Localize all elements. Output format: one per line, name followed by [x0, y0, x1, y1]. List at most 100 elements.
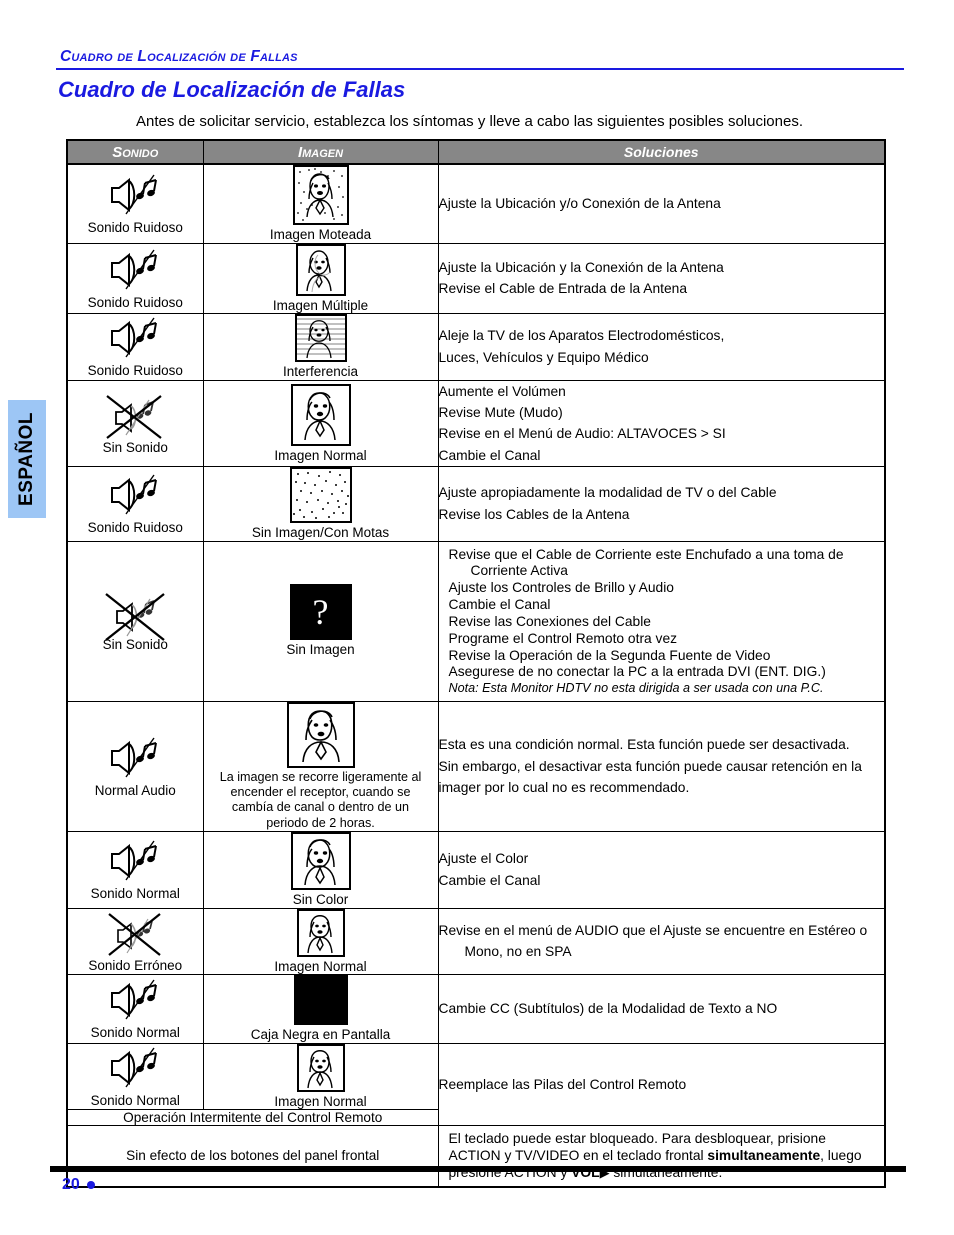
- solutions-cell: Ajuste la Ubicación y/o Conexión de la A…: [437, 163, 886, 244]
- picture-label: Caja Negra en Pantalla: [250, 1027, 391, 1043]
- bullet-icon: [86, 1181, 95, 1189]
- solutions-cell: Aumente el Volúmen Revise Mute (Mudo) Re…: [437, 379, 886, 468]
- language-side-tab: ESPAÑOL: [8, 400, 46, 518]
- column-header-sonido: Sonido: [66, 139, 204, 165]
- solution-line: Corriente Activa: [470, 563, 568, 579]
- solution-line: Revise que el Cable de Corriente este En…: [448, 546, 844, 562]
- language-side-tab-label: ESPAÑOL: [16, 412, 37, 506]
- solution-line: Asegurese de no conectar la PC a la entr…: [448, 664, 826, 680]
- picture-cell: Imagen Moteada: [202, 163, 439, 244]
- troubleshooting-table: Sonido Imagen Soluciones Sonido Ruidoso …: [66, 139, 886, 1188]
- picture-label: Imagen Normal: [274, 958, 367, 974]
- intro-text: Antes de solicitar servicio, establezca …: [136, 113, 804, 130]
- solution-line: Revise los Cables de la Antena: [438, 506, 630, 522]
- face-interference-icon: [294, 314, 347, 363]
- sound-cell: Sonido Normal: [66, 830, 204, 909]
- solution-line: Revise Mute (Mudo): [438, 404, 563, 420]
- sound-cell: Sin Sonido: [66, 379, 204, 468]
- sound-cell: Sonido Normal: [66, 974, 204, 1044]
- column-header-soluciones: Soluciones: [437, 139, 886, 165]
- solution-line: ACTION y TV/VIDEO en el teclado frontal …: [449, 1148, 877, 1165]
- sound-cell: Sonido Ruidoso: [66, 163, 204, 244]
- sound-label: Sonido Normal: [90, 885, 180, 901]
- solution-line: Luces, Vehículos y Equipo Médico: [438, 349, 649, 365]
- picture-label: Imagen Moteada: [269, 227, 372, 242]
- sound-cell: Normal Audio: [66, 700, 204, 832]
- solution-line: imager por lo cual no es recommendado.: [438, 779, 690, 795]
- picture-cell: La imagen se recorre ligeramente al ence…: [202, 700, 439, 832]
- sound-cell: Sonido Ruidoso: [66, 313, 204, 381]
- solutions-cell: Ajuste apropiadamente la modalidad de TV…: [437, 466, 886, 542]
- table-row: Sonido Ruidoso: [66, 163, 886, 244]
- picture-cell: Sin Imagen/Con Motas: [202, 466, 439, 542]
- picture-cell: Caja Negra en Pantalla: [202, 974, 439, 1044]
- picture-label: La imagen se recorre ligeramente al ence…: [219, 769, 422, 830]
- solution-line: Revise el Cable de Entrada de la Antena: [438, 281, 688, 297]
- picture-label: Sin Imagen/Con Motas: [251, 525, 390, 541]
- solutions-cell: Reemplace las Pilas del Control Remoto: [437, 1042, 886, 1127]
- page-title: Cuadro de Localización de Fallas: [58, 77, 406, 102]
- solution-line: Ajuste los Controles de Brillo y Audio: [448, 580, 674, 596]
- solutions-cell: Revise que el Cable de Corriente este En…: [437, 540, 886, 702]
- remote-intermittent-label: Operación Intermitente del Control Remot…: [66, 1109, 439, 1127]
- solution-line: Revise la Operación de la Segunda Fuente…: [448, 647, 771, 663]
- sound-cell: Sonido Ruidoso: [66, 242, 204, 315]
- speaker-muted-icon: [96, 589, 174, 642]
- solutions-cell: Esta es una condición normal. Esta funci…: [437, 700, 886, 832]
- solution-line: Sin embargo, el desactivar esta función …: [438, 758, 862, 774]
- face-normal-icon: [296, 1043, 345, 1092]
- table-row: Sonido Normal: [66, 1042, 886, 1127]
- solutions-cell: Aleje la TV de los Aparatos Electrodomés…: [437, 313, 886, 381]
- solutions-cell: Ajuste el Color Cambie el Canal: [437, 830, 886, 909]
- solution-note: Nota: Esta Monitor HDTV no esta dirigida…: [448, 681, 824, 696]
- picture-cell: Imagen Normal: [202, 1042, 439, 1111]
- solution-line: Aleje la TV de los Aparatos Electrodomés…: [438, 328, 725, 344]
- question-box-icon: ?: [289, 584, 352, 641]
- face-normal-icon: [296, 908, 345, 957]
- sound-label: Sonido Normal: [90, 1092, 180, 1108]
- column-header-imagen: Imagen: [202, 139, 439, 165]
- picture-cell: Imagen Múltiple: [202, 242, 439, 315]
- solution-line: Aumente el Volúmen: [438, 383, 566, 399]
- solution-line: Ajuste apropiadamente la modalidad de TV…: [438, 485, 777, 501]
- solution-line: El teclado puede estar bloqueado. Para d…: [448, 1131, 826, 1147]
- black-box-icon: [293, 975, 348, 1026]
- table-row: Sonido Normal: [66, 830, 886, 909]
- table-row: Sonido Ruidoso: [66, 466, 886, 542]
- solution-line: Reemplace las Pilas del Control Remoto: [438, 1076, 687, 1092]
- solution-line: Revise en el menú de AUDIO que el Ajuste…: [438, 922, 868, 938]
- solution-line-part: , luego: [820, 1147, 862, 1163]
- face-normal-icon: [286, 701, 355, 768]
- solution-line: Programe el Control Remoto otra vez: [448, 630, 678, 646]
- sound-label: Sonido Erróneo: [88, 957, 183, 973]
- solutions-cell: Ajuste la Ubicación y la Conexión de la …: [437, 242, 886, 315]
- solution-line: Ajuste el Color: [438, 851, 529, 867]
- front-panel-label: Sin efecto de los botones del panel fron…: [66, 1125, 439, 1188]
- sound-cell: Sonido Ruidoso: [66, 466, 204, 542]
- face-normal-icon: [290, 831, 351, 890]
- face-speckled-icon: [292, 165, 349, 225]
- table-row: Sonido Ruidoso: [66, 242, 886, 315]
- picture-cell: Sin Color: [202, 830, 439, 909]
- picture-label: Sin Imagen: [286, 642, 355, 658]
- picture-cell: ? Sin Imagen: [202, 540, 439, 702]
- speaker-noisy-icon: [96, 1045, 174, 1091]
- picture-cell: Imagen Normal: [202, 907, 439, 976]
- sound-label: Sonido Normal: [90, 1025, 180, 1041]
- table-row: Normal Audio La imagen se recorre ligera…: [66, 700, 886, 832]
- picture-cell: Imagen Normal: [202, 379, 439, 468]
- face-normal-icon: [290, 383, 351, 446]
- speaker-noisy-icon: [96, 472, 174, 518]
- sound-label: Sonido Ruidoso: [87, 520, 183, 536]
- solutions-cell: Cambie CC (Subtítulos) de la Modalidad d…: [437, 974, 886, 1044]
- solution-line: Ajuste la Ubicación y/o Conexión de la A…: [438, 196, 721, 212]
- running-head: Cuadro de Localización de Fallas: [60, 48, 298, 65]
- page-number-value: 20: [62, 1176, 80, 1193]
- table-row: Sin Sonido ? Sin Imagen Revise que el Ca…: [66, 540, 886, 702]
- solution-line-emphasis: simultaneamente: [707, 1147, 821, 1163]
- solution-line: Revise las Conexiones del Cable: [448, 613, 651, 629]
- speaker-noisy-icon: [96, 838, 174, 884]
- sound-cell: Sonido Erróneo: [66, 907, 204, 976]
- speaker-muted-icon: [96, 910, 174, 956]
- solution-line-part: ACTION y TV/VIDEO en el teclado frontal: [448, 1147, 708, 1163]
